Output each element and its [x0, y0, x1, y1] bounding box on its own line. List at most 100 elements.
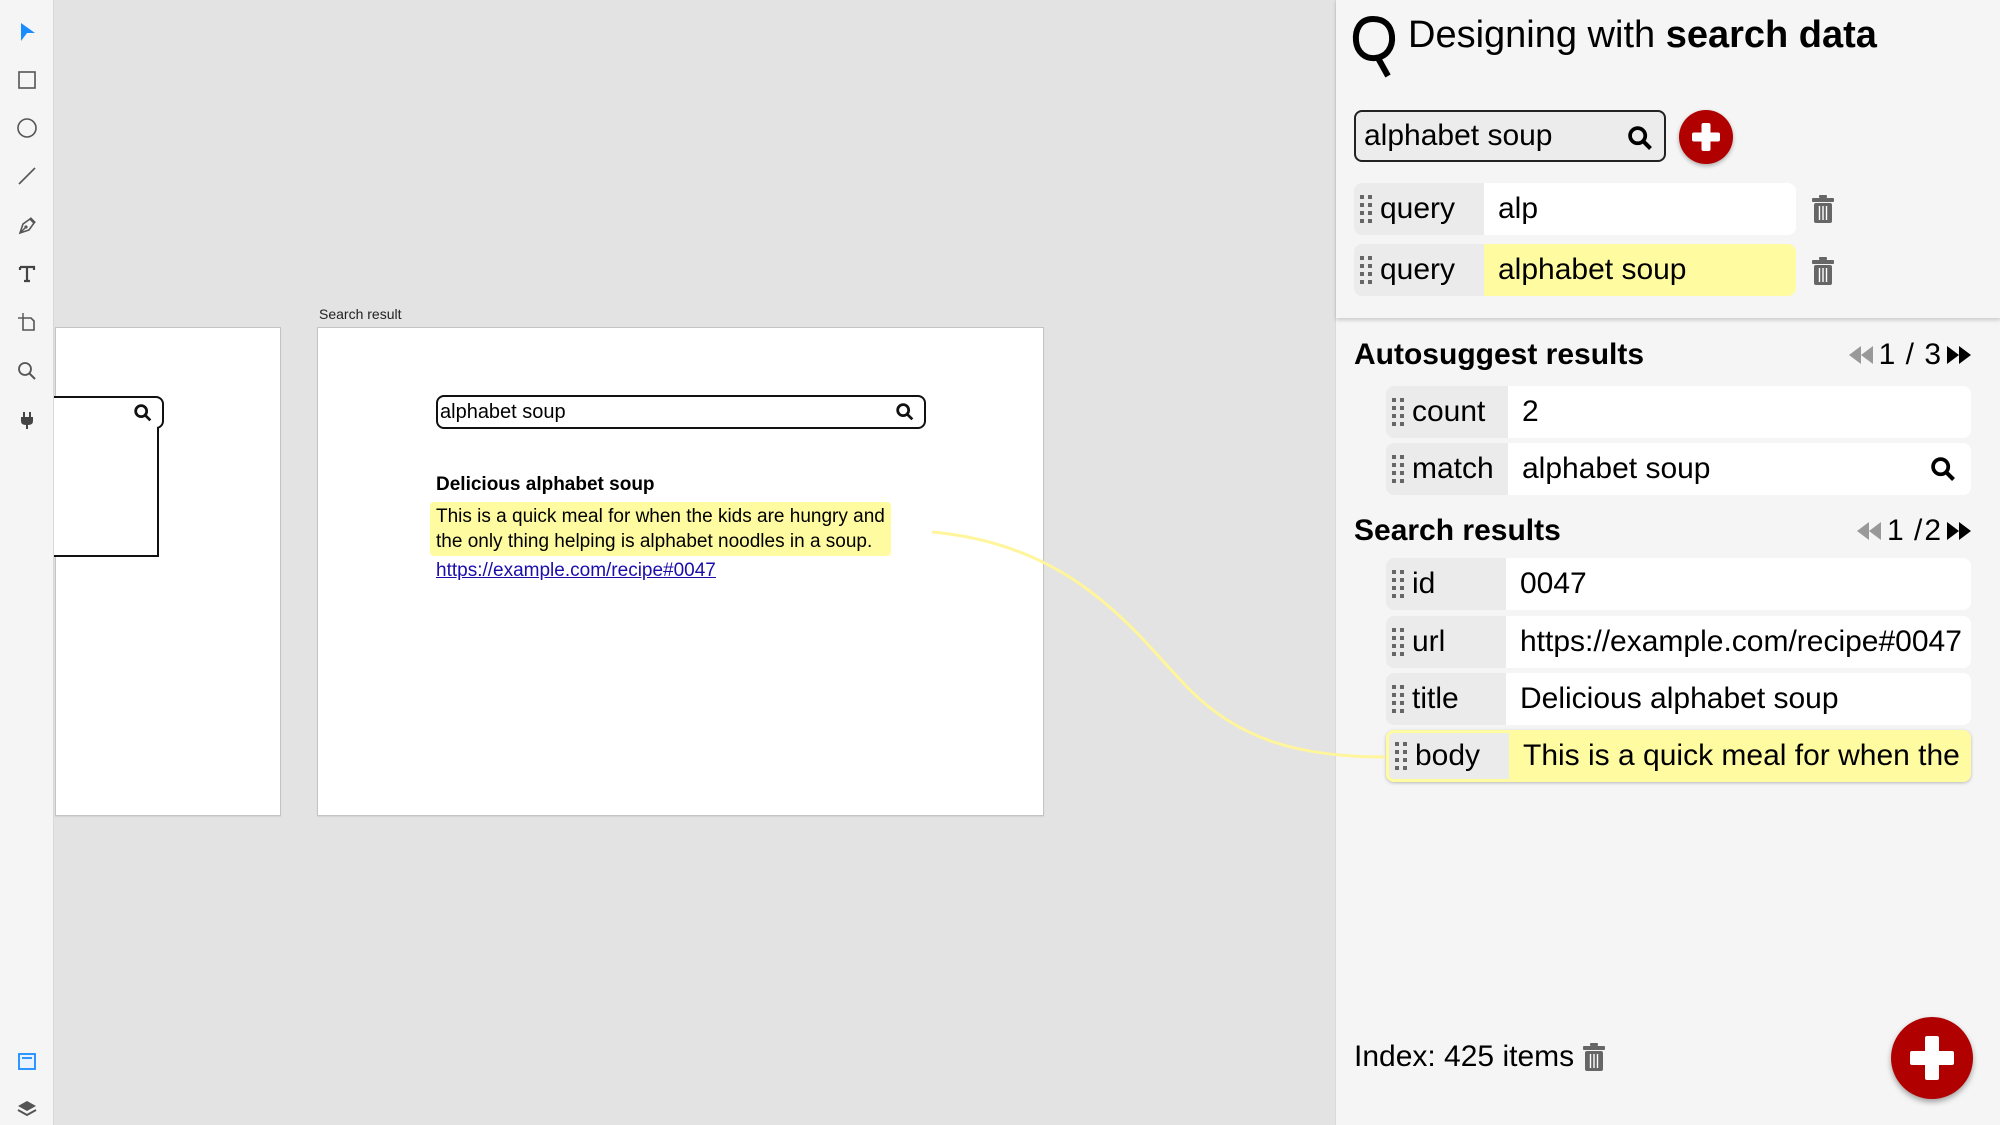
text-tool[interactable] — [12, 259, 42, 289]
artboard-label: Search result — [319, 306, 402, 322]
index-status: Index: 425 items — [1354, 1040, 1606, 1074]
drag-handle-icon[interactable] — [1392, 454, 1406, 484]
assets-panel-button[interactable] — [12, 1046, 42, 1076]
field-key-label: count — [1412, 395, 1486, 428]
design-canvas[interactable]: Search result alphabet soup Delicious al… — [54, 0, 1335, 1125]
field-value[interactable]: https://example.com/recipe#0047 — [1506, 616, 1971, 668]
index-count-label: Index: 425 items — [1354, 1040, 1575, 1073]
logo-magnifier-icon — [1352, 15, 1396, 78]
trash-icon[interactable] — [1811, 194, 1835, 224]
select-tool[interactable] — [12, 17, 42, 47]
query-key: query — [1354, 183, 1484, 235]
result-body-highlight: This is a quick meal for when the kids a… — [430, 502, 891, 556]
autosuggest-field-count[interactable]: count 2 — [1386, 386, 1971, 438]
field-key: count — [1386, 386, 1508, 438]
query-key-label: query — [1380, 253, 1456, 286]
search-icon[interactable] — [1626, 124, 1654, 152]
field-value[interactable]: Delicious alphabet soup — [1506, 673, 1971, 725]
search-results-pager: 1 /2 — [1853, 514, 1975, 548]
app-title: Designing with search data — [1408, 14, 1877, 57]
result-link[interactable]: https://example.com/recipe#0047 — [436, 560, 716, 582]
search-icon — [134, 403, 152, 421]
artboard-autosuggest[interactable] — [54, 327, 281, 816]
page-separator: / — [1897, 338, 1923, 371]
cursor-arrow-icon — [21, 23, 35, 41]
field-value[interactable]: This is a quick meal for when the kids a… — [1509, 733, 1968, 779]
next-page-icon[interactable] — [1943, 344, 1975, 366]
trash-icon[interactable] — [1811, 256, 1835, 286]
drag-handle-icon[interactable] — [1392, 684, 1406, 714]
field-key-label: url — [1412, 625, 1446, 658]
result-field-url[interactable]: url https://example.com/recipe#0047 — [1386, 616, 1971, 668]
circle-icon — [17, 118, 37, 138]
ellipse-tool[interactable] — [12, 113, 42, 143]
drag-handle-icon[interactable] — [1360, 194, 1374, 224]
artboard-tool[interactable] — [12, 307, 42, 337]
drag-handle-icon[interactable] — [1392, 397, 1406, 427]
trash-icon[interactable] — [1582, 1042, 1606, 1072]
window-icon — [18, 1053, 36, 1070]
query-value-field[interactable]: alphabet soup — [1484, 244, 1796, 296]
layers-icon — [17, 1101, 37, 1117]
add-floating-button[interactable] — [1891, 1017, 1973, 1099]
field-key-label: id — [1412, 567, 1436, 600]
field-value[interactable]: 0047 — [1506, 558, 1971, 610]
page-current: 1 — [1886, 514, 1904, 547]
next-page-icon[interactable] — [1943, 520, 1975, 542]
line-tool[interactable] — [12, 161, 42, 191]
drag-handle-icon[interactable] — [1395, 741, 1409, 771]
result-field-id[interactable]: id 0047 — [1386, 558, 1971, 610]
result-field-title[interactable]: title Delicious alphabet soup — [1386, 673, 1971, 725]
field-key-label: title — [1412, 682, 1459, 715]
field-key: body — [1389, 733, 1509, 779]
wire-suggestion-dropdown — [54, 427, 159, 557]
artboard-icon — [18, 313, 35, 331]
search-results-heading: Search results — [1354, 514, 1561, 547]
search-icon[interactable] — [1929, 455, 1957, 483]
wire-search-value: alphabet soup — [440, 400, 566, 423]
query-row-active[interactable]: query alphabet soup — [1354, 244, 1796, 296]
query-key: query — [1354, 244, 1484, 296]
app-title-regular: Designing with — [1408, 14, 1666, 56]
previous-page-icon[interactable] — [1853, 520, 1885, 542]
plug-icon — [21, 412, 33, 429]
field-key: url — [1386, 616, 1506, 668]
plugins-tool[interactable] — [12, 405, 42, 435]
field-key-label: body — [1415, 739, 1481, 772]
search-input-value: alphabet soup — [1364, 119, 1553, 152]
field-key-label: match — [1412, 452, 1494, 485]
page-current: 1 — [1878, 338, 1896, 371]
zoom-tool[interactable] — [12, 356, 42, 386]
autosuggest-field-match[interactable]: match alphabet soup — [1386, 443, 1971, 495]
field-value[interactable]: alphabet soup — [1508, 443, 1971, 495]
artboard-search-result[interactable]: alphabet soup Delicious alphabet soup Th… — [317, 327, 1044, 816]
field-key: title — [1386, 673, 1506, 725]
pen-nib-icon — [18, 217, 36, 235]
query-key-label: query — [1380, 192, 1456, 225]
query-value-field[interactable]: alp — [1484, 183, 1796, 235]
search-data-panel: Designing with search data alphabet soup… — [1335, 0, 2000, 1125]
rectangle-tool[interactable] — [12, 65, 42, 95]
page-total: 2 — [1924, 514, 1941, 547]
field-key: match — [1386, 443, 1508, 495]
search-icon — [896, 403, 914, 421]
field-value[interactable]: 2 — [1508, 386, 1971, 438]
drag-handle-icon[interactable] — [1360, 255, 1374, 285]
drag-handle-icon[interactable] — [1392, 569, 1406, 599]
app-title-bold: search data — [1665, 14, 1877, 56]
rectangle-icon — [18, 71, 36, 89]
wire-search-box: alphabet soup — [436, 395, 926, 429]
result-body-line: This is a quick meal for when the kids a… — [436, 506, 885, 527]
text-t-icon — [18, 265, 36, 283]
search-input[interactable]: alphabet soup — [1354, 110, 1666, 162]
autosuggest-pager: 1 / 3 — [1845, 338, 1975, 372]
drag-handle-icon[interactable] — [1392, 627, 1406, 657]
pen-tool[interactable] — [12, 211, 42, 241]
autosuggest-heading: Autosuggest results — [1354, 338, 1645, 371]
query-row[interactable]: query alp — [1354, 183, 1796, 235]
add-query-button[interactable] — [1679, 110, 1733, 164]
layers-panel-button[interactable] — [12, 1094, 42, 1124]
previous-page-icon[interactable] — [1845, 344, 1877, 366]
result-field-body[interactable]: body This is a quick meal for when the k… — [1386, 730, 1971, 782]
page-total: 3 — [1924, 338, 1941, 371]
